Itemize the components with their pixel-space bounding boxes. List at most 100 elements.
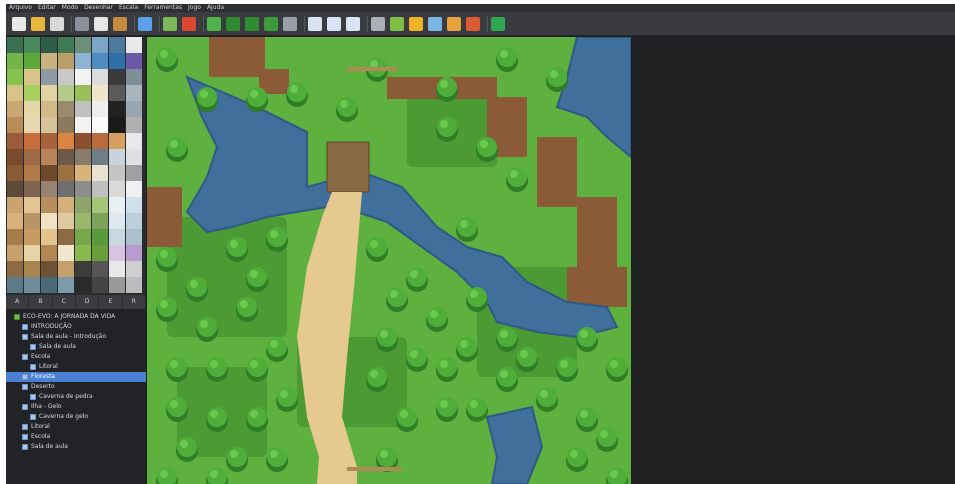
tileset-tile[interactable] [109,197,125,213]
tileset-tile[interactable] [75,261,91,277]
tileset-tile[interactable] [75,101,91,117]
tileset-tile[interactable] [41,165,57,181]
tileset-tile[interactable] [126,229,142,245]
tileset-tile[interactable] [58,213,74,229]
event-searcher-icon[interactable] [428,17,442,31]
tileset-tile[interactable] [92,277,108,293]
tileset-tile[interactable] [41,181,57,197]
tileset-tile[interactable] [75,181,91,197]
map-mode-icon[interactable] [163,17,177,31]
tileset-tile[interactable] [41,69,57,85]
tileset-tile[interactable] [58,117,74,133]
tileset-tile[interactable] [109,53,125,69]
tileset-tile[interactable] [75,149,91,165]
tileset-tile[interactable] [126,69,142,85]
tileset-tile[interactable] [126,245,142,261]
tileset-tile[interactable] [41,85,57,101]
tileset-tile[interactable] [126,213,142,229]
menu-4[interactable]: Escala [116,4,141,12]
sound-test-icon[interactable] [409,17,423,31]
tileset-tile[interactable] [109,261,125,277]
new-project-icon[interactable] [12,17,26,31]
tileset-tile[interactable] [24,197,40,213]
tileset-tab-a[interactable]: A [6,295,30,309]
tileset-tile[interactable] [92,101,108,117]
tileset-tile[interactable] [41,101,57,117]
tileset-tile[interactable] [126,181,142,197]
pencil-tool-icon[interactable] [207,17,221,31]
playtest-icon[interactable] [491,17,505,31]
copy-icon[interactable] [94,17,108,31]
tileset-tile[interactable] [75,53,91,69]
event-mode-icon[interactable] [182,17,196,31]
tileset-tile[interactable] [58,53,74,69]
shadow-pen-icon[interactable] [283,17,297,31]
tileset-tab-e[interactable]: E [99,295,123,309]
open-project-icon[interactable] [31,17,45,31]
tileset-tile[interactable] [75,37,91,53]
tileset-tile[interactable] [109,165,125,181]
tileset-tile[interactable] [7,133,23,149]
menu-0[interactable]: Arquivo [6,4,35,12]
tileset-tile[interactable] [7,149,23,165]
tileset-tile[interactable] [58,37,74,53]
tileset-tile[interactable] [75,69,91,85]
tileset-tile[interactable] [126,85,142,101]
tileset-tile[interactable] [41,277,57,293]
tileset-tile[interactable] [7,277,23,293]
tileset-tile[interactable] [24,85,40,101]
fill-tool-icon[interactable] [264,17,278,31]
tileset-tile[interactable] [92,181,108,197]
map-tree-item[interactable]: Caverna de gelo [6,412,146,422]
tileset-tile[interactable] [109,101,125,117]
tileset-tab-b[interactable]: B [29,295,53,309]
undo-icon[interactable] [138,17,152,31]
cut-icon[interactable] [75,17,89,31]
tileset-tile[interactable] [92,69,108,85]
rectangle-tool-icon[interactable] [226,17,240,31]
tileset-tile[interactable] [41,53,57,69]
menu-1[interactable]: Editar [35,4,59,12]
tileset-tile[interactable] [75,117,91,133]
tileset-tile[interactable] [24,117,40,133]
zoom-out-icon[interactable] [327,17,341,31]
tileset-tile[interactable] [58,261,74,277]
menu-7[interactable]: Ajuda [204,4,227,12]
tileset-tile[interactable] [92,133,108,149]
tileset-tile[interactable] [92,149,108,165]
tileset-tile[interactable] [24,101,40,117]
tileset-tile[interactable] [7,69,23,85]
tileset-tile[interactable] [75,197,91,213]
tileset-tile[interactable] [41,197,57,213]
tileset-tile[interactable] [24,181,40,197]
tileset-tile[interactable] [75,229,91,245]
tileset-tile[interactable] [58,85,74,101]
tileset-tile[interactable] [24,277,40,293]
tileset-tile[interactable] [58,133,74,149]
tileset-tile[interactable] [58,165,74,181]
tileset-tile[interactable] [109,37,125,53]
tileset-tile[interactable] [75,245,91,261]
tileset-tile[interactable] [109,85,125,101]
tileset-tile[interactable] [7,181,23,197]
tileset-tile[interactable] [75,85,91,101]
tileset-tile[interactable] [58,69,74,85]
tileset-tile[interactable] [41,213,57,229]
tileset-tile[interactable] [7,197,23,213]
zoom-reset-icon[interactable] [346,17,360,31]
tileset-tile[interactable] [109,213,125,229]
map-tree-item[interactable]: Sala de aula - Introdução [6,332,146,342]
plugin-manager-icon[interactable] [390,17,404,31]
tileset-tile[interactable] [7,261,23,277]
tileset-tile[interactable] [58,149,74,165]
map-tree-root[interactable]: ECO-EVO: A JORNADA DA VIDA [6,312,146,322]
tileset-tile[interactable] [92,85,108,101]
tileset-tile[interactable] [92,197,108,213]
tileset-tile[interactable] [7,245,23,261]
tileset-tile[interactable] [109,181,125,197]
map-tree-item[interactable]: Caverna de pedra [6,392,146,402]
menu-6[interactable]: Jogo [185,4,204,12]
map-tree-item[interactable]: Deserto [6,382,146,392]
tileset-tile[interactable] [75,213,91,229]
map-tree-item[interactable]: Escola [6,432,146,442]
